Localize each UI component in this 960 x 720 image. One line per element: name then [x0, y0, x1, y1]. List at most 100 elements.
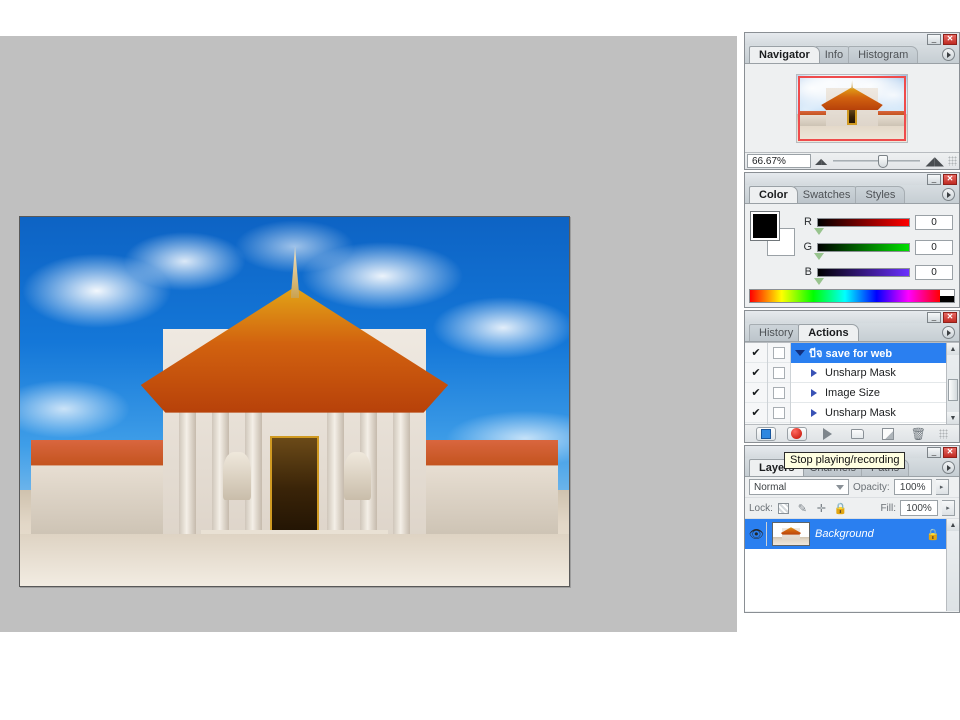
tab-swatches[interactable]: Swatches [792, 186, 861, 203]
close-icon[interactable]: ✕ [943, 446, 957, 458]
close-icon[interactable]: ✕ [943, 311, 957, 323]
chevron-down-icon[interactable] [836, 485, 844, 490]
begin-recording-button[interactable] [786, 426, 807, 441]
action-name: Unsharp Mask [825, 406, 896, 419]
green-slider-handle[interactable] [814, 252, 824, 260]
actions-titlebar[interactable]: _ ✕ [745, 311, 959, 323]
stop-playing-recording-button[interactable] [756, 426, 777, 441]
tab-navigator[interactable]: Navigator [749, 46, 820, 63]
navigator-preview[interactable] [745, 64, 959, 152]
panel-menu-icon[interactable] [942, 48, 955, 61]
navigator-view-box[interactable] [798, 75, 906, 141]
action-toggle-checkbox[interactable]: ✔ [745, 383, 767, 403]
minimize-icon[interactable]: _ [927, 446, 941, 458]
zoom-slider-handle[interactable] [878, 155, 889, 168]
chevron-right-icon[interactable] [811, 408, 817, 417]
action-dialog-toggle[interactable] [768, 363, 790, 383]
temple-left-wing [30, 440, 174, 536]
create-new-set-button[interactable] [847, 427, 867, 441]
red-value-input[interactable]: 0 [915, 214, 953, 230]
scrollbar-thumb[interactable] [948, 379, 958, 401]
blue-value-input[interactable]: 0 [915, 264, 953, 280]
chevron-down-icon[interactable] [795, 349, 805, 356]
red-slider-handle[interactable] [814, 227, 824, 235]
chevron-right-icon[interactable] [811, 388, 817, 397]
action-row[interactable]: Unsharp Mask [791, 403, 946, 423]
scroll-down-icon[interactable]: ▼ [947, 412, 959, 424]
color-spectrum-ramp[interactable] [749, 289, 955, 303]
lion-statue [223, 452, 251, 500]
foreground-color-swatch[interactable] [750, 211, 780, 241]
tab-history[interactable]: History [749, 324, 804, 341]
chevron-right-icon[interactable] [811, 368, 817, 377]
fill-stepper[interactable]: ▸ [942, 500, 955, 516]
tab-styles[interactable]: Styles [855, 186, 906, 203]
action-row[interactable]: Unsharp Mask [791, 363, 946, 383]
action-toggle-checkbox[interactable]: ✔ [745, 363, 767, 383]
lock-transparent-pixels-button[interactable] [777, 502, 790, 515]
spectrum-blackwhite[interactable] [940, 290, 954, 302]
opacity-input[interactable]: 100% [893, 479, 932, 495]
zoom-level-input[interactable]: 66.67% [747, 154, 811, 168]
actions-list: ✔ ✔ ✔ ✔ บีจ save for web Unsharp Mask Im… [745, 342, 959, 424]
panel-menu-icon[interactable] [942, 188, 955, 201]
action-row[interactable]: Image Size [791, 383, 946, 403]
resize-grip-icon[interactable] [938, 428, 948, 439]
temple-column [393, 412, 411, 534]
spectrum-hues[interactable] [750, 290, 940, 302]
blue-slider-handle[interactable] [814, 277, 824, 285]
layers-scrollbar[interactable]: ▲ [946, 519, 959, 611]
document-window[interactable] [19, 216, 570, 587]
lock-all-button[interactable]: 🔒 [834, 502, 848, 515]
action-dialog-toggle[interactable] [768, 343, 790, 363]
green-slider[interactable] [814, 242, 910, 260]
close-icon[interactable]: ✕ [943, 33, 957, 45]
action-toggle-checkbox[interactable]: ✔ [745, 343, 767, 363]
red-slider[interactable] [814, 217, 910, 235]
action-dialog-toggle[interactable] [768, 403, 790, 423]
tab-actions[interactable]: Actions [798, 324, 859, 341]
lock-image-pixels-button[interactable]: ✎ [796, 502, 809, 515]
delete-action-button[interactable]: 🗑 [908, 427, 928, 441]
layer-row[interactable]: 👁 Background 🔒 [745, 519, 946, 549]
color-titlebar[interactable]: _ ✕ [745, 173, 959, 185]
navigator-titlebar[interactable]: _ ✕ [745, 33, 959, 45]
scroll-up-icon[interactable]: ▲ [947, 343, 959, 355]
actions-scrollbar[interactable]: ▲ ▼ [946, 343, 959, 424]
document-image[interactable] [20, 217, 569, 586]
scroll-up-icon[interactable]: ▲ [947, 519, 959, 531]
blend-mode-select[interactable]: Normal [749, 479, 849, 495]
fill-input[interactable]: 100% [900, 500, 938, 516]
blue-slider[interactable] [814, 267, 910, 285]
minimize-icon[interactable]: _ [927, 33, 941, 45]
minimize-icon[interactable]: _ [927, 311, 941, 323]
zoom-in-icon[interactable]: ◢◣ [926, 154, 944, 168]
eye-icon[interactable]: 👁 [747, 522, 767, 546]
new-action-icon [881, 427, 894, 440]
tooltip: Stop playing/recording [784, 452, 906, 469]
action-set-row[interactable]: บีจ save for web [791, 343, 946, 363]
action-name: Unsharp Mask [825, 366, 896, 379]
close-icon[interactable]: ✕ [943, 173, 957, 185]
tab-color[interactable]: Color [749, 186, 798, 203]
tab-histogram[interactable]: Histogram [848, 46, 919, 63]
green-value-input[interactable]: 0 [915, 239, 953, 255]
action-toggle-checkbox[interactable]: ✔ [745, 403, 767, 423]
action-dialog-toggle[interactable] [768, 383, 790, 403]
play-selection-button[interactable] [817, 427, 837, 441]
zoom-slider[interactable] [831, 154, 921, 168]
temple-column [179, 412, 197, 534]
actions-tabstrip: History Actions [745, 323, 959, 342]
layer-thumbnail[interactable] [772, 522, 810, 546]
zoom-out-icon[interactable]: ◢◣ [815, 157, 827, 166]
resize-grip-icon[interactable] [948, 156, 957, 166]
blend-mode-value: Normal [754, 481, 787, 493]
temple-doorway [269, 436, 320, 532]
panel-menu-icon[interactable] [942, 461, 955, 474]
opacity-stepper[interactable]: ▸ [935, 479, 949, 495]
panel-menu-icon[interactable] [942, 326, 955, 339]
minimize-icon[interactable]: _ [927, 173, 941, 185]
canvas-workspace[interactable] [0, 36, 737, 632]
create-new-action-button[interactable] [878, 427, 898, 441]
lock-position-button[interactable]: ✛ [815, 502, 828, 515]
